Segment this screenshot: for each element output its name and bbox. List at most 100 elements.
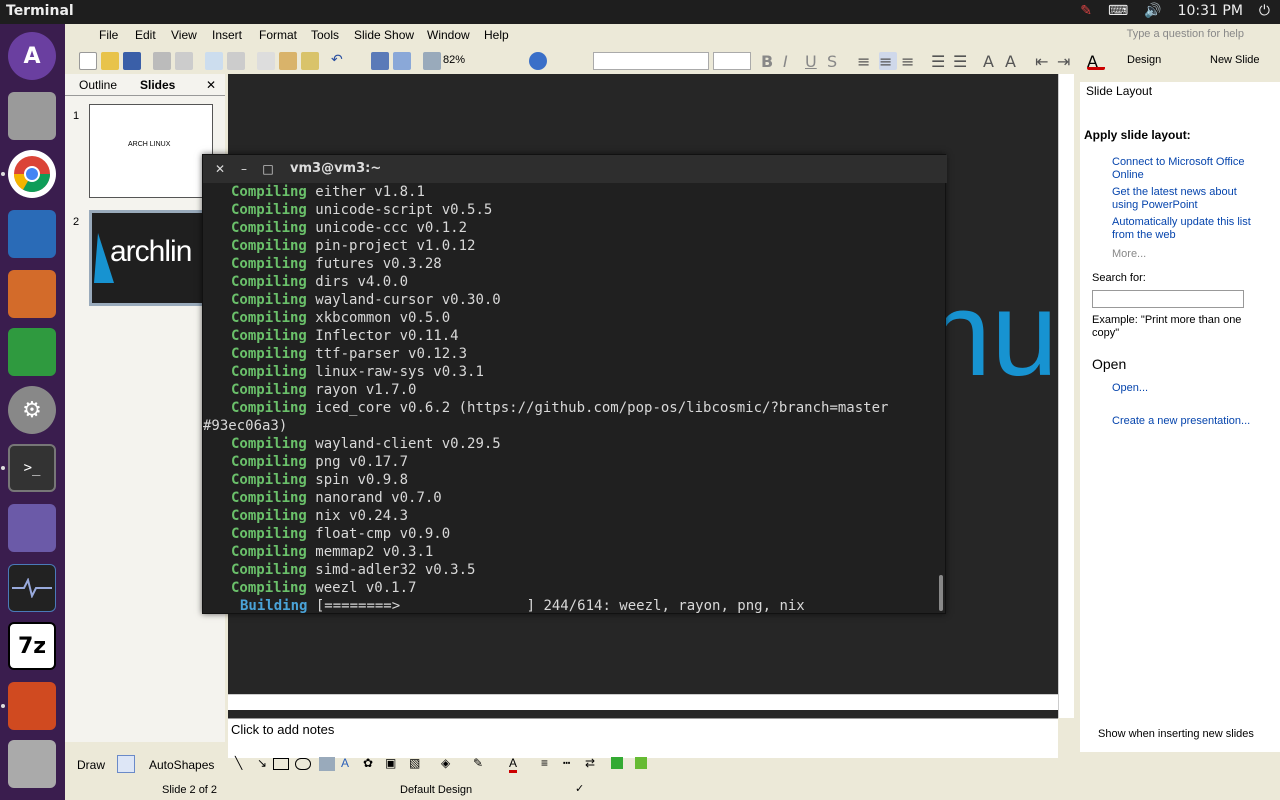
menu-slide-show[interactable]: Slide Show (354, 28, 414, 42)
wordart-icon[interactable]: A (341, 756, 349, 770)
3d-style-icon[interactable] (635, 757, 647, 769)
open-link[interactable]: Open... (1112, 382, 1252, 395)
impress-icon[interactable] (8, 270, 56, 318)
terminal-window[interactable]: ✕ – □ vm3@vm3:~ Compiling either v1.8.1 … (202, 154, 947, 615)
select-arrow-icon[interactable] (117, 755, 135, 773)
line-color-icon[interactable]: ✎ (473, 756, 483, 770)
terminal-titlebar[interactable]: ✕ – □ vm3@vm3:~ (203, 155, 947, 183)
line-style-icon[interactable]: ≡ (541, 756, 548, 770)
print-preview-icon[interactable] (175, 52, 193, 70)
arrow-style-icon[interactable]: ⇄ (585, 756, 595, 770)
pen-icon[interactable]: ✎ (1080, 3, 1092, 19)
powerpoint-icon[interactable] (8, 682, 56, 730)
maximize-icon[interactable]: □ (259, 160, 277, 178)
spelling-icon[interactable] (205, 52, 223, 70)
drive-icon[interactable] (8, 740, 56, 788)
minimize-icon[interactable]: – (235, 160, 253, 178)
chart-icon[interactable] (371, 52, 389, 70)
volume-icon[interactable]: 🔊 (1144, 3, 1161, 19)
italic-icon[interactable]: I (783, 52, 801, 71)
files-icon[interactable] (8, 92, 56, 140)
close-icon[interactable]: ✕ (211, 160, 229, 178)
autoshapes-menu[interactable]: AutoShapes (149, 758, 214, 772)
font-name-select[interactable] (593, 52, 709, 70)
create-presentation-link[interactable]: Create a new presentation... (1112, 415, 1252, 428)
textbox-icon[interactable] (319, 757, 335, 771)
picture-icon[interactable]: ▧ (409, 756, 420, 770)
align-left-icon[interactable]: ≡ (857, 52, 875, 71)
font-color-icon[interactable]: A (1087, 52, 1105, 71)
rectangle-icon[interactable] (273, 758, 289, 770)
decrease-indent-icon[interactable]: ⇤ (1035, 52, 1053, 71)
diagram-icon[interactable]: ✿ (363, 756, 373, 770)
paste-icon[interactable] (279, 52, 297, 70)
help-search-box[interactable]: Type a question for help (1127, 28, 1244, 40)
help-icon[interactable] (529, 52, 547, 70)
power-icon[interactable]: ⏻ (1259, 3, 1270, 19)
menu-tools[interactable]: Tools (311, 28, 339, 42)
increase-font-icon[interactable]: A (983, 52, 1001, 71)
underline-icon[interactable]: U (805, 52, 823, 71)
calc-icon[interactable] (8, 328, 56, 376)
7zip-icon[interactable]: 7z (8, 622, 56, 670)
chrome-icon[interactable] (8, 150, 56, 198)
close-icon[interactable]: ✕ (206, 78, 216, 92)
clipart-icon[interactable]: ▣ (385, 756, 396, 770)
research-icon[interactable] (227, 52, 245, 70)
open-icon[interactable] (101, 52, 119, 70)
folder-icon[interactable] (8, 504, 56, 552)
slide-thumbnail-2[interactable]: archlin (89, 210, 213, 306)
settings-icon[interactable]: ⚙ (8, 386, 56, 434)
bold-icon[interactable]: B (761, 52, 779, 71)
table-icon[interactable] (393, 52, 411, 70)
menu-edit[interactable]: Edit (135, 28, 156, 42)
link-latest-news[interactable]: Get the latest news about using PowerPoi… (1112, 186, 1252, 212)
link-office-online[interactable]: Connect to Microsoft Office Online (1112, 156, 1252, 182)
format-painter-icon[interactable] (301, 52, 319, 70)
tab-outline[interactable]: Outline (79, 78, 117, 92)
font-color-icon[interactable]: A (509, 756, 518, 773)
align-center-icon[interactable]: ≡ (879, 52, 897, 71)
terminal-icon[interactable]: >_ (8, 444, 56, 492)
menu-view[interactable]: View (171, 28, 197, 42)
increase-indent-icon[interactable]: ⇥ (1057, 52, 1075, 71)
zoom-select[interactable]: 82% (439, 52, 519, 70)
oval-icon[interactable] (295, 758, 311, 770)
font-size-select[interactable] (713, 52, 751, 70)
align-right-icon[interactable]: ≡ (901, 52, 919, 71)
print-icon[interactable] (153, 52, 171, 70)
draw-menu[interactable]: Draw (77, 758, 105, 772)
new-slide-button[interactable]: New Slide (1210, 54, 1260, 66)
link-auto-update[interactable]: Automatically update this list from the … (1112, 216, 1252, 242)
copy-icon[interactable] (257, 52, 275, 70)
search-input[interactable] (1092, 290, 1244, 308)
bullets-icon[interactable]: ☰ (953, 52, 971, 71)
shadow-style-icon[interactable] (611, 757, 623, 769)
new-icon[interactable] (79, 52, 97, 70)
numbering-icon[interactable]: ☰ (931, 52, 949, 71)
dash-style-icon[interactable]: ┅ (563, 756, 570, 770)
arrow-icon[interactable]: ↘ (257, 756, 267, 770)
tab-slides[interactable]: Slides (140, 78, 175, 92)
clock[interactable]: 10:31 PM (1178, 3, 1243, 19)
undo-icon[interactable]: ↶ (331, 52, 349, 70)
menu-window[interactable]: Window (427, 28, 470, 42)
menu-insert[interactable]: Insert (212, 28, 242, 42)
keyboard-icon[interactable]: ⌨ (1108, 3, 1128, 19)
fill-color-icon[interactable]: ◈ (441, 756, 450, 770)
archlinux-icon[interactable]: A (8, 32, 56, 80)
writer-icon[interactable] (8, 210, 56, 258)
vertical-scrollbar[interactable] (1058, 74, 1074, 718)
menu-help[interactable]: Help (484, 28, 509, 42)
line-icon[interactable]: ╲ (235, 756, 242, 770)
shadow-icon[interactable]: S (827, 52, 845, 71)
terminal-output[interactable]: Compiling either v1.8.1 Compiling unicod… (203, 183, 947, 615)
link-more[interactable]: More... (1112, 248, 1252, 261)
menu-file[interactable]: File (99, 28, 118, 42)
system-monitor-icon[interactable] (8, 564, 56, 612)
design-button[interactable]: Design (1127, 54, 1161, 66)
horizontal-scrollbar[interactable] (228, 694, 1058, 710)
show-when-inserting-checkbox[interactable]: Show when inserting new slides (1098, 728, 1254, 740)
save-icon[interactable] (123, 52, 141, 70)
menu-format[interactable]: Format (259, 28, 297, 42)
